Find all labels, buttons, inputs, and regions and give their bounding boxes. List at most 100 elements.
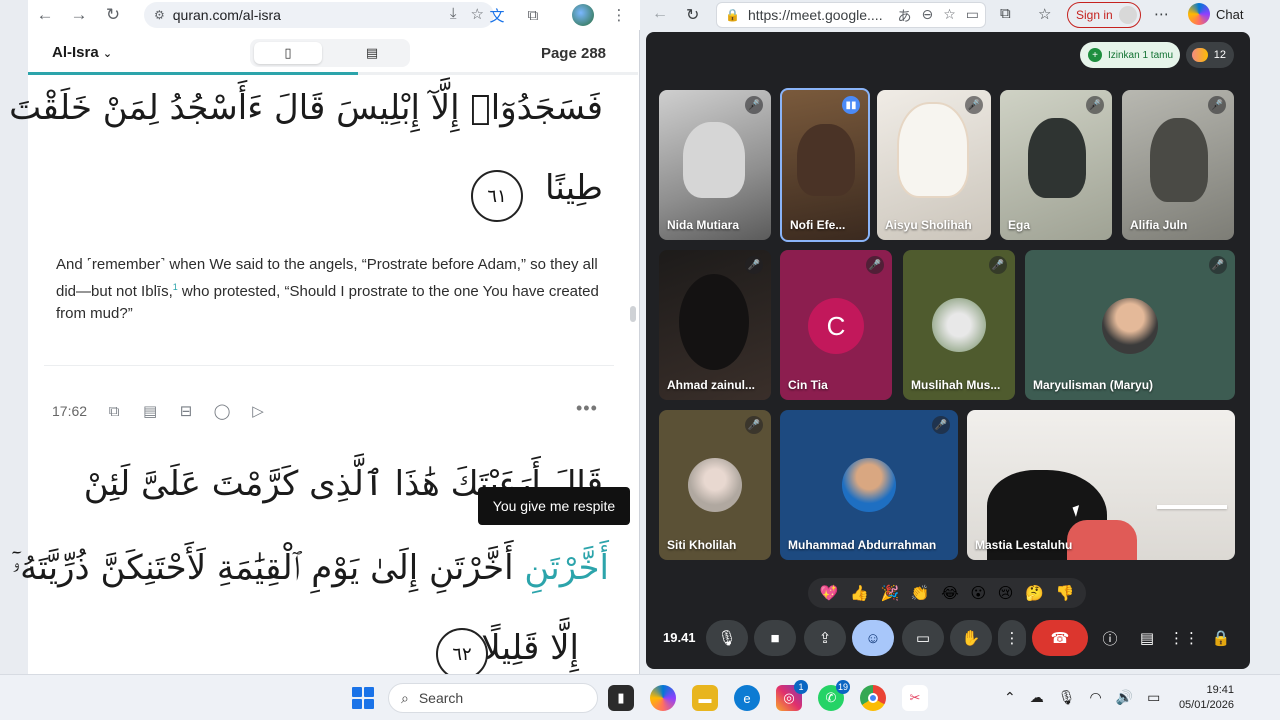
hand-icon: ✋: [961, 630, 981, 647]
arabic-line[interactable]: طِينًا: [545, 168, 603, 208]
admit-guest-button[interactable]: + Izinkan 1 tamu: [1080, 42, 1180, 68]
address-bar[interactable]: ⚙ quran.com/al-isra ⤓ ☆: [144, 2, 494, 28]
verse-reference[interactable]: 17:62: [52, 403, 87, 419]
read-aloud-icon[interactable]: あ: [897, 6, 911, 26]
copilot-icon[interactable]: [650, 685, 676, 711]
instagram-icon[interactable]: ◎ 1: [776, 680, 808, 711]
host-controls-icon[interactable]: 🔒: [1210, 628, 1232, 648]
wifi-icon[interactable]: ◠: [1090, 689, 1102, 706]
translation-mode-icon[interactable]: ▤: [338, 42, 406, 64]
participant-tile[interactable]: C 🎤 Cin Tia: [780, 250, 892, 400]
left-browser-window: ← → ↻ ⚙ quran.com/al-isra ⤓ ☆ 文 ⧉ ⋮ Al-I…: [9, 0, 640, 680]
present-button[interactable]: ⇪: [804, 620, 846, 656]
address-bar[interactable]: 🔒 https://meet.google.... あ ⊖ ☆ ▭: [716, 2, 986, 28]
book-icon[interactable]: ⊟: [177, 402, 195, 420]
arabic-word-highlighted[interactable]: أَخَّرْتَنِ: [524, 548, 609, 588]
translate-icon[interactable]: 文: [486, 4, 508, 26]
back-icon[interactable]: ←: [652, 5, 668, 23]
battery-icon[interactable]: ▭: [1147, 689, 1160, 706]
activities-icon[interactable]: ⋮⋮: [1169, 628, 1199, 648]
arabic-line[interactable]: فَسَجَدُوٓا۟ إِلَّآ إِبْلِيسَ قَالَ ءَأَ…: [9, 88, 603, 128]
reaction-surprised[interactable]: 😮: [970, 584, 986, 602]
participant-tile[interactable]: 🎤 Aisyu Sholihah: [877, 90, 991, 240]
more-options-icon[interactable]: •••: [576, 398, 598, 419]
participant-video-detail: [1067, 520, 1137, 560]
raise-hand-button[interactable]: ✋: [950, 620, 992, 656]
site-info-icon[interactable]: ⚙: [154, 8, 165, 22]
favorites-icon[interactable]: ☆: [1038, 5, 1051, 23]
info-icon[interactable]: ⓘ: [1099, 628, 1121, 648]
reaction-thinking[interactable]: 🤔: [1025, 584, 1044, 602]
clock[interactable]: 19:41 05/01/2026: [1179, 683, 1234, 713]
microphone-in-use-icon[interactable]: 🎙: [1058, 689, 1076, 706]
comment-icon[interactable]: ◯: [213, 402, 231, 420]
zoom-icon[interactable]: ⊖: [921, 6, 933, 26]
reaction-heart[interactable]: 💖: [820, 584, 839, 602]
more-options-button[interactable]: ⋮: [998, 620, 1026, 656]
reload-icon[interactable]: ↻: [686, 5, 699, 25]
arabic-line[interactable]: إِلَّا قَلِيلًا: [481, 628, 579, 668]
participant-tile[interactable]: 🎤 Muhammad Abdurrahman: [780, 410, 958, 560]
arabic-line[interactable]: أَخَّرْتَنِ أَخَّرْتَنِ إِلَىٰ يَوْمِ ٱل…: [12, 548, 609, 588]
surah-selector[interactable]: Al-Isra ⌄: [52, 44, 112, 61]
menu-icon[interactable]: ⋯: [1154, 5, 1169, 23]
participant-tile[interactable]: Mastia Lestaluhu: [967, 410, 1235, 560]
extensions-icon[interactable]: ⧉: [1000, 5, 1011, 22]
back-icon[interactable]: ←: [28, 0, 62, 30]
taskbar-search[interactable]: ⌕ Search: [388, 683, 598, 713]
participant-name: Maryulisman (Maryu): [1033, 378, 1154, 392]
chrome-icon[interactable]: [860, 685, 886, 711]
reload-icon[interactable]: ↻: [96, 0, 130, 30]
favorite-icon[interactable]: ☆: [943, 6, 956, 26]
reaction-party[interactable]: 🎉: [881, 584, 900, 602]
reaction-clap[interactable]: 👏: [911, 584, 930, 602]
copilot-chat-button[interactable]: Chat: [1188, 3, 1243, 25]
tafsir-icon[interactable]: ▤: [141, 402, 159, 420]
extensions-icon[interactable]: ⧉: [522, 4, 544, 26]
reaction-sad[interactable]: 😢: [998, 584, 1014, 602]
participant-tile[interactable]: 🎤 Ega: [1000, 90, 1112, 240]
bookmark-star-icon[interactable]: ☆: [471, 5, 484, 23]
participant-tile[interactable]: 🎤 Muslihah Mus...: [903, 250, 1015, 400]
participant-tile[interactable]: 🎤 Nida Mutiara: [659, 90, 771, 240]
reaction-thumbs-up[interactable]: 👍: [850, 584, 869, 602]
mic-muted-icon: 🎤: [1208, 96, 1226, 114]
windows-start-icon[interactable]: [352, 687, 374, 709]
participant-tile[interactable]: ▮▮ Nofi Efe...: [780, 88, 870, 242]
scrollbar-thumb[interactable]: [630, 306, 636, 322]
task-view-icon[interactable]: ▮: [608, 685, 634, 711]
camera-button[interactable]: ■: [754, 620, 796, 656]
chat-icon[interactable]: ▤: [1136, 628, 1158, 648]
snipping-tool-icon[interactable]: ✂: [902, 685, 928, 711]
participant-tile[interactable]: 🎤 Siti Kholilah: [659, 410, 771, 560]
reaction-laugh[interactable]: 😂: [941, 584, 959, 602]
reading-mode-icon[interactable]: ▯: [254, 42, 322, 64]
captions-button[interactable]: ▭: [902, 620, 944, 656]
onedrive-off-icon[interactable]: ☁: [1030, 689, 1044, 706]
reaction-thumbs-down[interactable]: 👎: [1055, 584, 1074, 602]
reactions-button[interactable]: ☺: [852, 620, 894, 656]
play-icon[interactable]: ▷: [249, 402, 267, 420]
clock-time: 19:41: [1206, 684, 1234, 696]
camera-icon[interactable]: ▭: [966, 6, 979, 26]
forward-icon[interactable]: →: [62, 0, 96, 30]
leave-call-button[interactable]: ☎: [1032, 620, 1088, 656]
file-explorer-icon[interactable]: ▬: [692, 685, 718, 711]
whatsapp-icon[interactable]: ✆ 19: [818, 680, 850, 711]
copy-icon[interactable]: ⧉: [105, 403, 123, 420]
reading-progress-bar: [28, 72, 358, 75]
emoji-icon: ☺: [865, 629, 881, 647]
participant-tile[interactable]: 🎤 Maryulisman (Maryu): [1025, 250, 1235, 400]
participant-video: [679, 274, 749, 370]
chevron-up-icon[interactable]: ⌃: [1004, 689, 1016, 706]
profile-avatar[interactable]: [572, 4, 594, 26]
sign-in-button[interactable]: Sign in: [1067, 2, 1141, 28]
edge-icon[interactable]: e: [734, 685, 760, 711]
menu-icon[interactable]: ⋮: [608, 4, 630, 26]
participant-tile[interactable]: 🎤 Ahmad zainul...: [659, 250, 771, 400]
microphone-button[interactable]: 🎙: [706, 620, 748, 656]
install-icon[interactable]: ⤓: [450, 5, 457, 23]
participant-tile[interactable]: 🎤 Alifia Juln: [1122, 90, 1234, 240]
volume-icon[interactable]: 🔊: [1116, 689, 1133, 706]
participants-button[interactable]: 12: [1186, 42, 1234, 68]
